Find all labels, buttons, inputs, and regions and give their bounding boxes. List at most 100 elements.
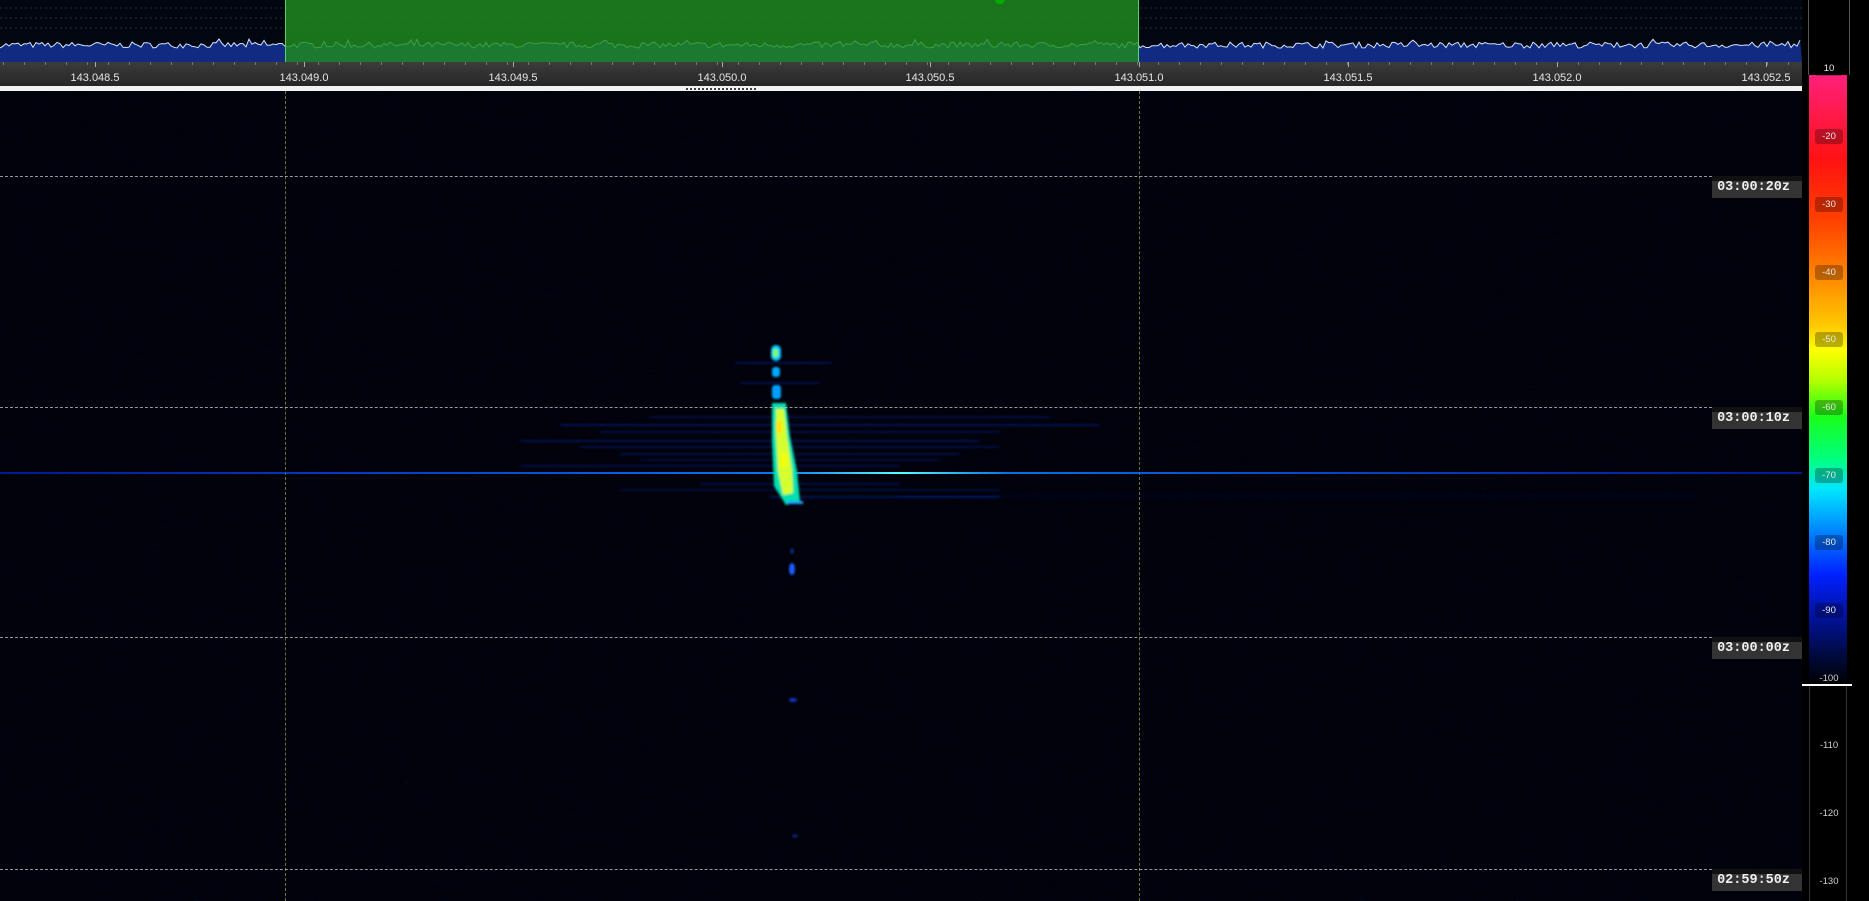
signal-dot bbox=[789, 563, 795, 575]
signal-core-tail bbox=[787, 501, 803, 504]
freq-minor-tick bbox=[1725, 62, 1726, 65]
time-label-4: 02:59:50z bbox=[1712, 869, 1802, 891]
freq-minor-tick bbox=[1473, 62, 1474, 65]
time-line-2 bbox=[0, 407, 1712, 408]
waterfall-colorbar-panel[interactable]: 10 -20 -30 -40 -50 -60 -70 -80 -90 -100 -110 -120 -1… bbox=[1802, 0, 1869, 901]
freq-minor-tick bbox=[1452, 62, 1453, 65]
signal-core-upper2 bbox=[772, 385, 781, 399]
freq-minor-tick bbox=[1515, 62, 1516, 65]
freq-minor-tick bbox=[717, 62, 718, 65]
freq-minor-tick bbox=[843, 62, 844, 65]
freq-minor-tick bbox=[570, 62, 571, 65]
signal-streak bbox=[650, 416, 1050, 418]
time-line-1 bbox=[0, 176, 1712, 177]
freq-minor-tick bbox=[801, 62, 802, 65]
freq-major-tick bbox=[513, 62, 514, 67]
signal-dot bbox=[792, 834, 798, 838]
freq-minor-tick bbox=[1053, 62, 1054, 65]
signal-streak bbox=[520, 440, 980, 442]
freq-minor-tick bbox=[1326, 62, 1327, 65]
signal-streak bbox=[560, 424, 1100, 426]
freq-minor-tick bbox=[45, 62, 46, 65]
colorbar-label: -60 bbox=[1815, 400, 1843, 415]
freq-label: 143.052.0 bbox=[1532, 72, 1582, 84]
freq-minor-tick bbox=[234, 62, 235, 65]
freq-minor-tick bbox=[1683, 62, 1684, 65]
freq-minor-tick bbox=[150, 62, 151, 65]
freq-minor-tick bbox=[780, 62, 781, 65]
freq-minor-tick bbox=[1032, 62, 1033, 65]
freq-minor-tick bbox=[108, 62, 109, 65]
colorbar-floor-region bbox=[1809, 685, 1847, 901]
freq-major-tick bbox=[1766, 62, 1767, 67]
freq-minor-tick bbox=[87, 62, 88, 65]
freq-label: 143.050.5 bbox=[905, 72, 955, 84]
freq-minor-tick bbox=[969, 62, 970, 65]
freq-minor-tick bbox=[402, 62, 403, 65]
freq-minor-tick bbox=[213, 62, 214, 65]
freq-minor-tick bbox=[1788, 62, 1789, 65]
freq-minor-tick bbox=[738, 62, 739, 65]
signal-core-peak2 bbox=[780, 453, 787, 467]
freq-minor-tick bbox=[948, 62, 949, 65]
freq-minor-tick bbox=[1074, 62, 1075, 65]
signal-dot bbox=[789, 698, 797, 702]
time-label-text: 03:00:20z bbox=[1717, 180, 1790, 195]
freq-minor-tick bbox=[381, 62, 382, 65]
freq-minor-tick bbox=[129, 62, 130, 65]
freq-minor-tick bbox=[1494, 62, 1495, 65]
freq-minor-tick bbox=[360, 62, 361, 65]
freq-minor-tick bbox=[1746, 62, 1747, 65]
vfo-passband-filter[interactable] bbox=[285, 0, 1139, 62]
freq-minor-tick bbox=[339, 62, 340, 65]
time-label-1: 03:00:20z bbox=[1712, 176, 1802, 198]
freq-minor-tick bbox=[507, 62, 508, 65]
freq-minor-tick bbox=[654, 62, 655, 65]
colorbar-label: -70 bbox=[1815, 468, 1843, 483]
freq-minor-tick bbox=[24, 62, 25, 65]
signal-dots bbox=[789, 548, 798, 838]
vfo-center-marker[interactable] bbox=[995, 0, 1005, 4]
signal-core-peak bbox=[776, 421, 782, 433]
freq-major-tick bbox=[930, 62, 931, 67]
freq-major-tick bbox=[304, 62, 305, 67]
freq-minor-tick bbox=[759, 62, 760, 65]
freq-minor-tick bbox=[633, 62, 634, 65]
freq-minor-tick bbox=[822, 62, 823, 65]
freq-minor-tick bbox=[1599, 62, 1600, 65]
colorbar-label: -110 bbox=[1819, 740, 1839, 751]
colorbar-label: -30 bbox=[1815, 197, 1843, 212]
time-label-text: 02:59:50z bbox=[1717, 873, 1790, 888]
time-line-3 bbox=[0, 637, 1712, 638]
freq-minor-tick bbox=[486, 62, 487, 65]
colorbar-label: 10 bbox=[1815, 61, 1843, 76]
colorbar-label: -100 bbox=[1819, 673, 1839, 684]
signal-streak bbox=[520, 465, 900, 467]
waterfall-display[interactable]: 03:00:20z 03:00:10z 03:00:00z 02:59:50z bbox=[0, 91, 1802, 901]
freq-minor-tick bbox=[1641, 62, 1642, 65]
freq-label: 143.049.0 bbox=[279, 72, 329, 84]
freq-minor-tick bbox=[1221, 62, 1222, 65]
frequency-axis[interactable]: 143.048.5 143.049.0 143.049.5 143.050.0 143.… bbox=[0, 62, 1802, 86]
time-label-text: 03:00:10z bbox=[1717, 411, 1790, 426]
signal-streak bbox=[735, 362, 832, 364]
colorbar-label: -50 bbox=[1815, 332, 1843, 347]
freq-major-tick bbox=[95, 62, 96, 67]
waterfall-colorbar[interactable] bbox=[1809, 75, 1847, 685]
splitter-drag-handle[interactable] bbox=[686, 88, 756, 90]
freq-minor-tick bbox=[171, 62, 172, 65]
freq-minor-tick bbox=[276, 62, 277, 65]
freq-minor-tick bbox=[528, 62, 529, 65]
freq-minor-tick bbox=[864, 62, 865, 65]
freq-minor-tick bbox=[297, 62, 298, 65]
freq-minor-tick bbox=[1011, 62, 1012, 65]
carrier-horizontal-line bbox=[0, 472, 1802, 474]
freq-minor-tick bbox=[990, 62, 991, 65]
freq-minor-tick bbox=[1662, 62, 1663, 65]
freq-minor-tick bbox=[1305, 62, 1306, 65]
signal-core-head-hot bbox=[773, 349, 778, 357]
sdr-app: 143.048.5 143.049.0 143.049.5 143.050.0 143.… bbox=[0, 0, 1869, 901]
spectrum-panel[interactable] bbox=[0, 0, 1802, 62]
signal-streak bbox=[620, 489, 1000, 491]
meteor-signal-trace bbox=[0, 345, 1802, 838]
